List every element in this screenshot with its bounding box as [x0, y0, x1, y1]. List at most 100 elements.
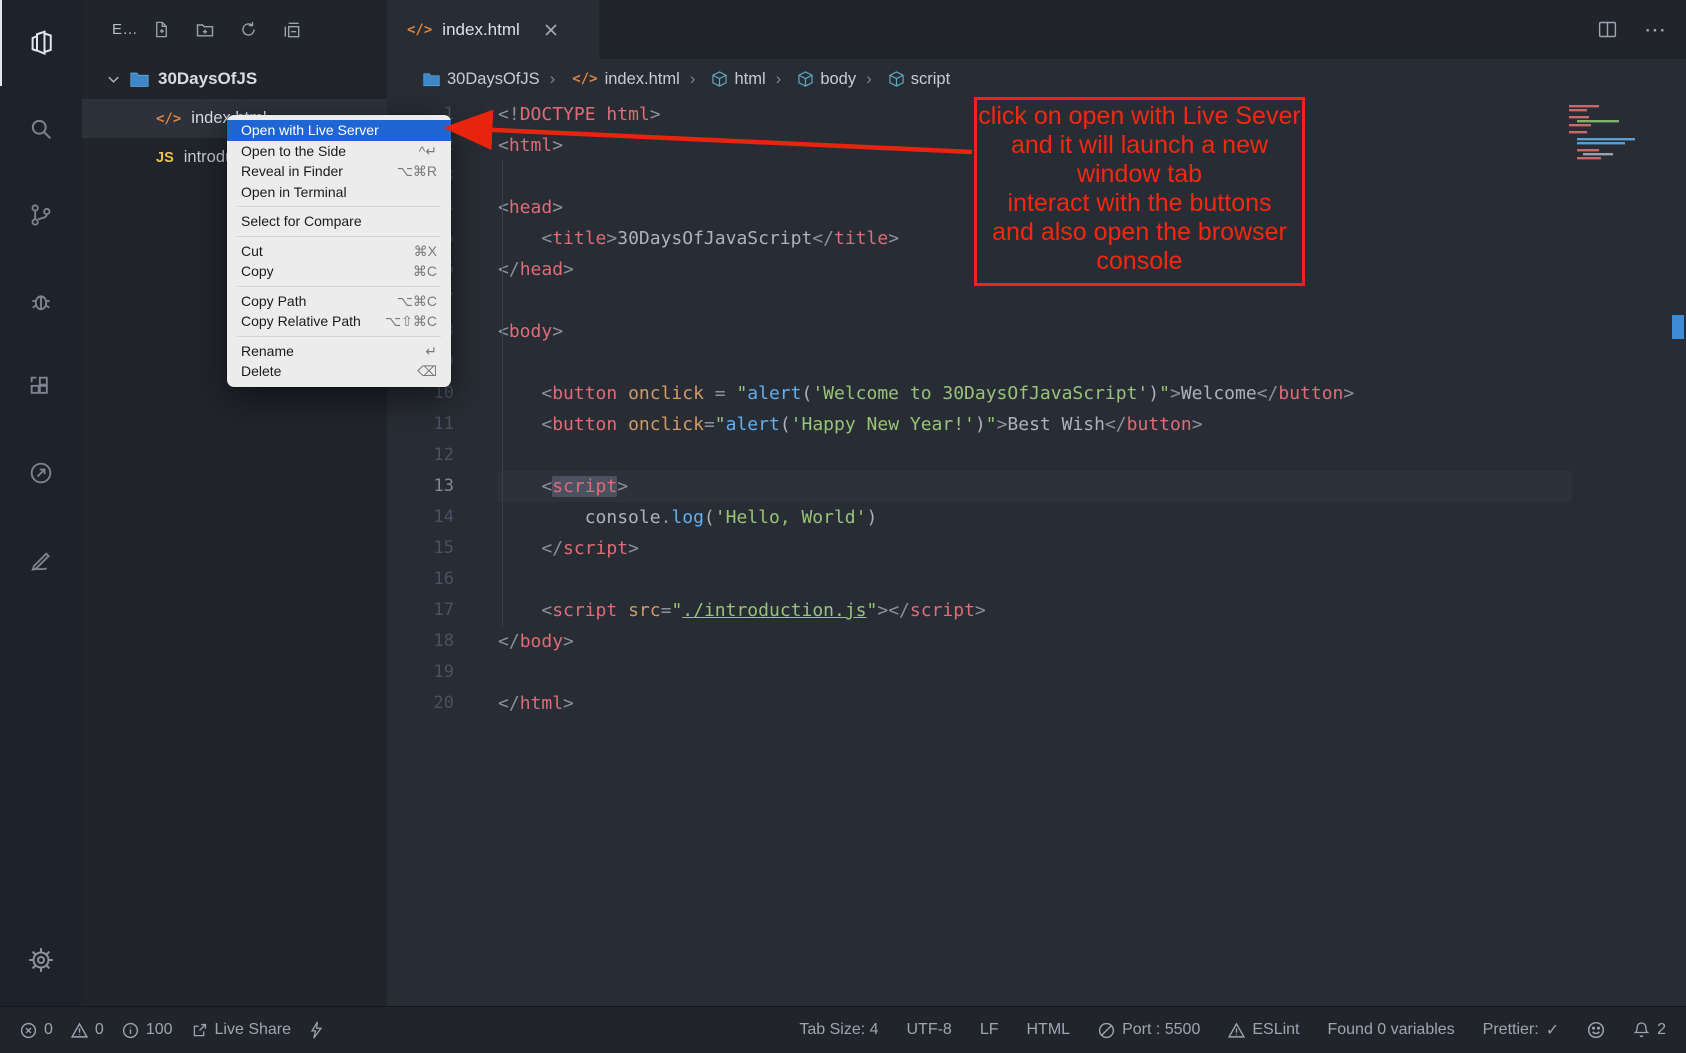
run-debug-icon[interactable] [0, 258, 82, 344]
extensions-icon[interactable] [0, 344, 82, 430]
tab-index-html[interactable]: </> index.html [387, 0, 599, 59]
folder-row-30daysofjs[interactable]: 30DaysOfJS [82, 59, 387, 99]
menu-item-select-for-compare[interactable]: Select for Compare [227, 211, 451, 232]
line-number: 12 [387, 440, 454, 471]
folder-icon [130, 71, 149, 88]
code-text: <button onclick = "alert('Welcome to 30D… [498, 378, 1572, 409]
folder-icon [423, 72, 440, 87]
code-line-10[interactable]: 10 <button onclick = "alert('Welcome to … [387, 378, 1686, 409]
code-text: </html> [498, 688, 1572, 719]
menu-item-shortcut: ⌥⇧⌘C [385, 313, 437, 330]
indent-guide [502, 161, 503, 626]
html-file-icon: </> [407, 22, 432, 38]
line-number: 17 [387, 595, 454, 626]
breadcrumb-item-script[interactable]: script [856, 69, 950, 89]
encoding-status[interactable]: UTF-8 [907, 1021, 952, 1039]
refresh-icon[interactable] [239, 20, 258, 39]
errors-status[interactable]: 0 [20, 1021, 53, 1039]
info-status[interactable]: 100 [122, 1021, 173, 1039]
slash-circle-icon [1098, 1022, 1115, 1039]
split-editor-icon[interactable] [1597, 19, 1618, 40]
live-share-status[interactable]: Live Share [191, 1021, 292, 1039]
code-line-7[interactable]: 7 [387, 285, 1686, 316]
notifications-status[interactable]: 2 [1633, 1021, 1666, 1039]
menu-item-rename[interactable]: Rename↵ [227, 341, 451, 362]
code-text: </body> [498, 626, 1572, 657]
breadcrumb-item-file[interactable]: </> index.html [540, 69, 680, 89]
eol-status[interactable]: LF [980, 1021, 999, 1039]
code-line-17[interactable]: 17 <script src="./introduction.js"></scr… [387, 595, 1686, 626]
tab-size-status[interactable]: Tab Size: 4 [799, 1021, 878, 1039]
feedback-status[interactable] [1587, 1021, 1605, 1039]
smiley-icon [1587, 1021, 1605, 1039]
code-line-18[interactable]: 18</body> [387, 626, 1686, 657]
prettier-status[interactable]: Prettier: ✓ [1483, 1020, 1559, 1040]
code-text [498, 657, 1572, 688]
close-icon[interactable] [544, 23, 558, 37]
settings-gear-icon[interactable] [0, 914, 82, 1006]
line-number: 14 [387, 502, 454, 533]
html-file-icon: </> [572, 71, 597, 87]
line-number: 20 [387, 688, 454, 719]
code-line-11[interactable]: 11 <button onclick="alert('Happy New Yea… [387, 409, 1686, 440]
annotation-text: click on open with Live Sever and it wil… [978, 100, 1300, 276]
menu-item-open-with-live-server[interactable]: Open with Live Server [227, 120, 451, 141]
breadcrumb-item-body[interactable]: body [766, 69, 856, 89]
annotation-box: click on open with Live Sever and it wil… [974, 97, 1305, 286]
menu-item-copy[interactable]: Copy⌘C [227, 261, 451, 282]
menu-item-label: Reveal in Finder [241, 163, 343, 180]
js-file-icon: JS [156, 150, 174, 166]
explorer-icon[interactable] [0, 0, 82, 86]
breadcrumb-item-folder[interactable]: 30DaysOfJS [423, 70, 540, 89]
share-icon [191, 1022, 208, 1039]
code-text: <body> [498, 316, 1572, 347]
code-line-13[interactable]: 13 <script> [387, 471, 1686, 502]
menu-item-delete[interactable]: Delete⌫ [227, 361, 451, 382]
code-line-8[interactable]: 8<body> [387, 316, 1686, 347]
code-line-16[interactable]: 16 [387, 564, 1686, 595]
warnings-status[interactable]: 0 [71, 1021, 104, 1039]
code-text [498, 564, 1572, 595]
code-text [498, 285, 1572, 316]
code-text: <button onclick="alert('Happy New Year!'… [498, 409, 1572, 440]
menu-item-reveal-in-finder[interactable]: Reveal in Finder⌥⌘R [227, 161, 451, 182]
code-line-12[interactable]: 12 [387, 440, 1686, 471]
menu-item-label: Rename [241, 343, 294, 360]
code-text [498, 347, 1572, 378]
menu-item-copy-path[interactable]: Copy Path ⌥⌘C [227, 291, 451, 312]
menu-item-label: Cut [241, 243, 263, 260]
language-status[interactable]: HTML [1027, 1021, 1071, 1039]
minimap[interactable] [1567, 103, 1672, 161]
eslint-status[interactable]: ESLint [1228, 1021, 1299, 1039]
code-line-20[interactable]: 20 </html> [387, 688, 1686, 719]
menu-item-copy-relative-path[interactable]: Copy Relative Path⌥⇧⌘C [227, 311, 451, 332]
live-share-icon[interactable] [0, 430, 82, 516]
code-text: </script> [498, 533, 1572, 564]
variables-status[interactable]: Found 0 variables [1327, 1021, 1454, 1039]
new-folder-icon[interactable] [195, 20, 215, 40]
new-file-icon[interactable] [152, 20, 171, 39]
port-status[interactable]: Port : 5500 [1098, 1021, 1200, 1039]
code-line-14[interactable]: 14 console.log('Hello, World') [387, 502, 1686, 533]
menu-separator [237, 236, 441, 237]
folder-name: 30DaysOfJS [158, 69, 257, 89]
collapse-all-icon[interactable] [282, 20, 302, 40]
menu-item-shortcut: ⌥⌘C [397, 293, 437, 310]
menu-item-label: Copy [241, 263, 274, 280]
menu-item-open-in-terminal[interactable]: Open in Terminal [227, 182, 451, 203]
menu-item-cut[interactable]: Cut ⌘X [227, 241, 451, 262]
menu-item-label: Open with Live Server [241, 122, 379, 139]
breadcrumb-item-html[interactable]: html [680, 69, 766, 89]
bolt-status[interactable] [309, 1021, 324, 1039]
menu-item-shortcut: ⌘X [414, 243, 437, 260]
menu-item-open-to-the-side[interactable]: Open to the Side^↵ [227, 141, 451, 162]
warning-icon [1228, 1022, 1245, 1039]
code-line-19[interactable]: 19 [387, 657, 1686, 688]
more-actions-icon[interactable]: ⋯ [1644, 17, 1666, 43]
code-line-9[interactable]: 9 [387, 347, 1686, 378]
menu-item-label: Copy Path [241, 293, 306, 310]
source-control-icon[interactable] [0, 172, 82, 258]
pen-icon[interactable] [0, 516, 82, 602]
search-icon[interactable] [0, 86, 82, 172]
code-line-15[interactable]: 15 </script> [387, 533, 1686, 564]
